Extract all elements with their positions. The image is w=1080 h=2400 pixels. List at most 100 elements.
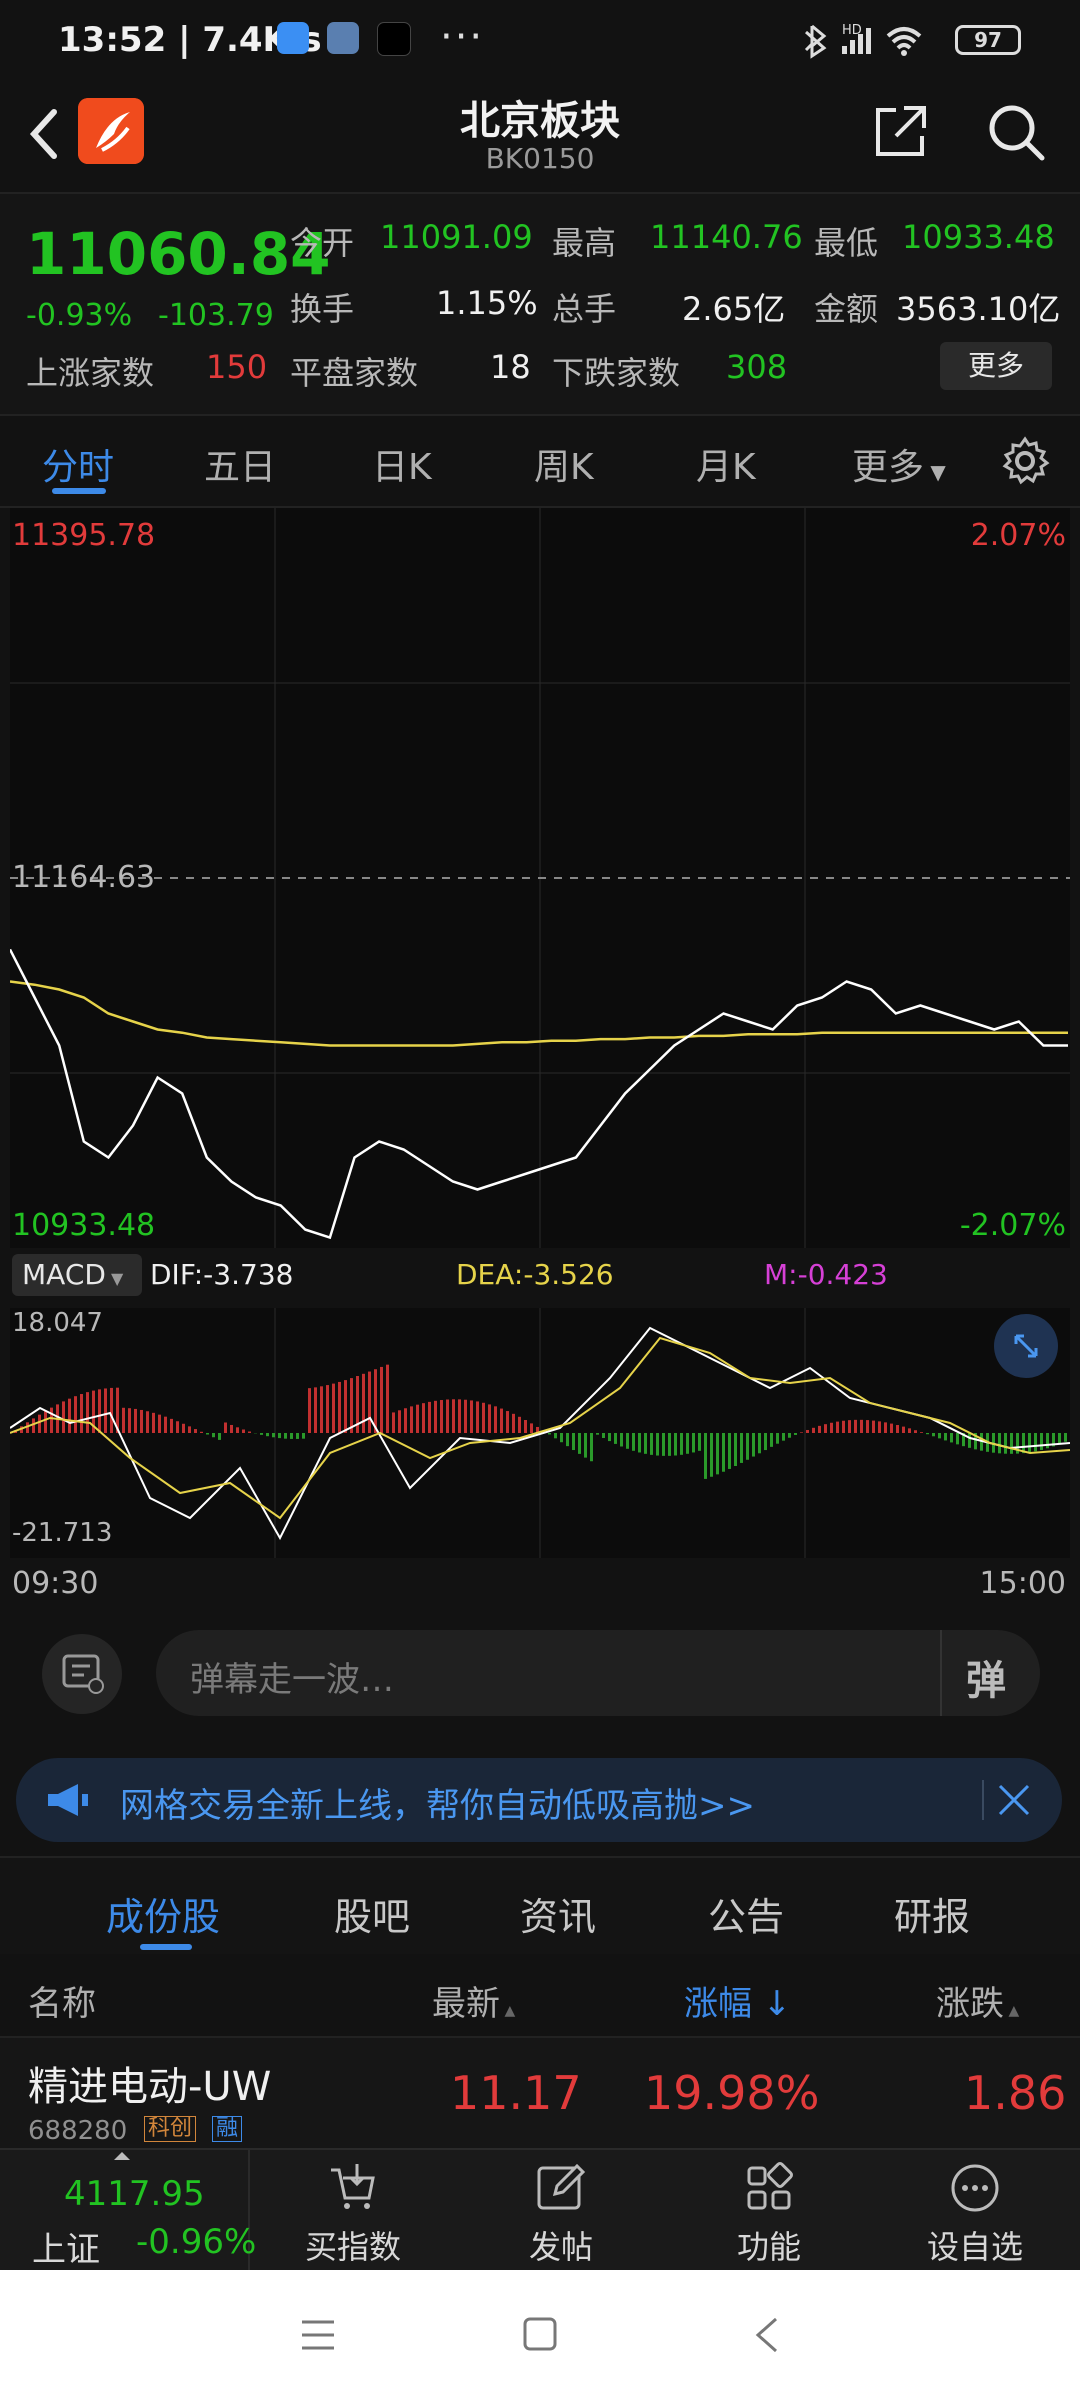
- macd-bar: [860, 1419, 863, 1433]
- macd-bar: [956, 1433, 959, 1445]
- tiktok-notification-icon: [377, 22, 411, 56]
- macd-bar: [350, 1378, 353, 1433]
- chart-svg: [8, 508, 1071, 1558]
- content-tabs: 成份股 股吧 资讯 公告 研报: [0, 1856, 1080, 1954]
- macd-bar: [416, 1404, 419, 1433]
- grid-icon: [747, 2162, 793, 2210]
- index-change: -0.96%: [136, 2222, 257, 2262]
- dropdown-caret-icon: ▼: [924, 460, 946, 484]
- macd-bar: [938, 1433, 941, 1439]
- close-icon[interactable]: [996, 1782, 1032, 1818]
- macd-bar: [566, 1433, 569, 1447]
- expand-icon[interactable]: [994, 1314, 1058, 1378]
- tab-forum[interactable]: 股吧: [334, 1886, 410, 1941]
- more-stats-button[interactable]: 更多: [940, 342, 1052, 390]
- macd-bar: [1034, 1433, 1037, 1452]
- macd-bar: [476, 1401, 479, 1433]
- macd-bar: [794, 1433, 797, 1435]
- macd-bar: [86, 1392, 89, 1433]
- tab-news[interactable]: 资讯: [520, 1886, 596, 1941]
- menu-icon[interactable]: [300, 2318, 336, 2352]
- battery-indicator: 97: [955, 25, 1021, 55]
- functions-button[interactable]: 功能: [704, 2160, 834, 2268]
- macd-indicator-select[interactable]: MACD ▼: [12, 1254, 142, 1296]
- macd-bar: [50, 1407, 53, 1433]
- expand-up-icon: [114, 2152, 130, 2160]
- home-icon[interactable]: [522, 2316, 558, 2352]
- buy-index-button[interactable]: 买指数: [288, 2160, 418, 2268]
- dropdown-caret-icon: ▼: [105, 1269, 124, 1288]
- tab-research[interactable]: 研报: [894, 1886, 970, 1941]
- post-label: 发帖: [528, 2228, 593, 2266]
- tab-intraday[interactable]: 分时: [42, 438, 114, 490]
- add-watchlist-button[interactable]: 设自选: [910, 2160, 1040, 2268]
- time-start: 09:30: [12, 1566, 99, 1601]
- share-icon[interactable]: [870, 100, 932, 162]
- sort-icon: ▲: [500, 2003, 516, 2019]
- macd-bar: [728, 1433, 731, 1469]
- macd-bar: [698, 1433, 701, 1451]
- macd-bar: [284, 1433, 287, 1439]
- macd-bar: [656, 1433, 659, 1456]
- margin-badge: 融: [212, 2116, 243, 2142]
- macd-bar: [158, 1414, 161, 1433]
- macd-bar: [680, 1433, 683, 1455]
- status-bar: 13:52 | 7.4K/s ··· HD 97: [0, 0, 1080, 80]
- tab-daily-k[interactable]: 日K: [372, 438, 432, 490]
- macd-bar: [500, 1408, 503, 1433]
- macd-bar: [608, 1433, 611, 1442]
- macd-bar: [572, 1433, 575, 1451]
- tab-weekly-k[interactable]: 周K: [534, 438, 594, 490]
- intraday-chart[interactable]: 11395.78 2.07% 11164.63 10933.48 -2.07% …: [8, 508, 1071, 1608]
- tab-more[interactable]: 更多 ▼: [852, 438, 946, 490]
- post-button[interactable]: 发帖: [496, 2160, 626, 2268]
- macd-bar: [530, 1423, 533, 1433]
- table-row[interactable]: 精进电动-UW 688280 科创 融 11.17 19.98% 1.86: [0, 2038, 1080, 2148]
- tab-constituents[interactable]: 成份股: [106, 1886, 220, 1941]
- macd-bar: [272, 1433, 275, 1438]
- column-latest[interactable]: 最新 ▲: [432, 1976, 515, 2025]
- macd-bar: [764, 1433, 767, 1451]
- macd-bar: [494, 1406, 497, 1433]
- macd-bar: [830, 1422, 833, 1433]
- macd-bar: [818, 1425, 821, 1433]
- back-nav-icon[interactable]: [752, 2316, 782, 2354]
- banner-text[interactable]: 网格交易全新上线，帮你自动低吸高抛>>: [120, 1778, 755, 1827]
- gear-icon[interactable]: [1000, 436, 1050, 486]
- up-count-label: 上涨家数: [26, 354, 155, 392]
- tab-monthly-k[interactable]: 月K: [696, 438, 756, 490]
- macd-bar: [770, 1433, 773, 1447]
- macd-bar: [890, 1423, 893, 1433]
- buy-index-label: 买指数: [304, 2228, 401, 2266]
- macd-bar: [296, 1433, 299, 1439]
- macd-bar: [968, 1433, 971, 1448]
- macd-bar: [662, 1433, 665, 1456]
- volume-value: 2.65亿: [682, 290, 786, 328]
- danmu-toggle-button[interactable]: 弹: [940, 1630, 1042, 1716]
- flat-count: 18: [490, 348, 531, 386]
- tab-five-day[interactable]: 五日: [204, 438, 276, 490]
- macd-bar: [884, 1422, 887, 1433]
- macd-bar: [410, 1406, 413, 1433]
- macd-bar: [470, 1400, 473, 1433]
- macd-max: 18.047: [12, 1308, 103, 1338]
- macd-bar: [902, 1426, 905, 1433]
- macd-bar: [620, 1433, 623, 1447]
- macd-bar: [512, 1413, 515, 1433]
- tab-announcements[interactable]: 公告: [708, 1886, 784, 1941]
- open-value: 11091.09: [380, 218, 533, 256]
- macd-bar: [440, 1400, 443, 1433]
- macd-bar: [614, 1433, 617, 1444]
- macd-bar: [32, 1418, 35, 1433]
- macd-bar: [824, 1424, 827, 1433]
- danmu-list-button[interactable]: [42, 1634, 122, 1714]
- up-count: 150: [206, 348, 268, 386]
- column-change[interactable]: 涨跌 ▲: [936, 1976, 1019, 2025]
- index-name: 上证: [32, 2230, 100, 2270]
- search-icon[interactable]: [984, 100, 1048, 164]
- table-header: 名称 最新 ▲ 涨幅 ↓ 涨跌 ▲: [0, 1954, 1080, 2038]
- index-ticker[interactable]: 4117.95 上证 -0.96%: [0, 2150, 256, 2272]
- macd-bar: [434, 1400, 437, 1433]
- macd-bar: [194, 1429, 197, 1433]
- column-change-pct[interactable]: 涨幅 ↓: [684, 1976, 791, 2025]
